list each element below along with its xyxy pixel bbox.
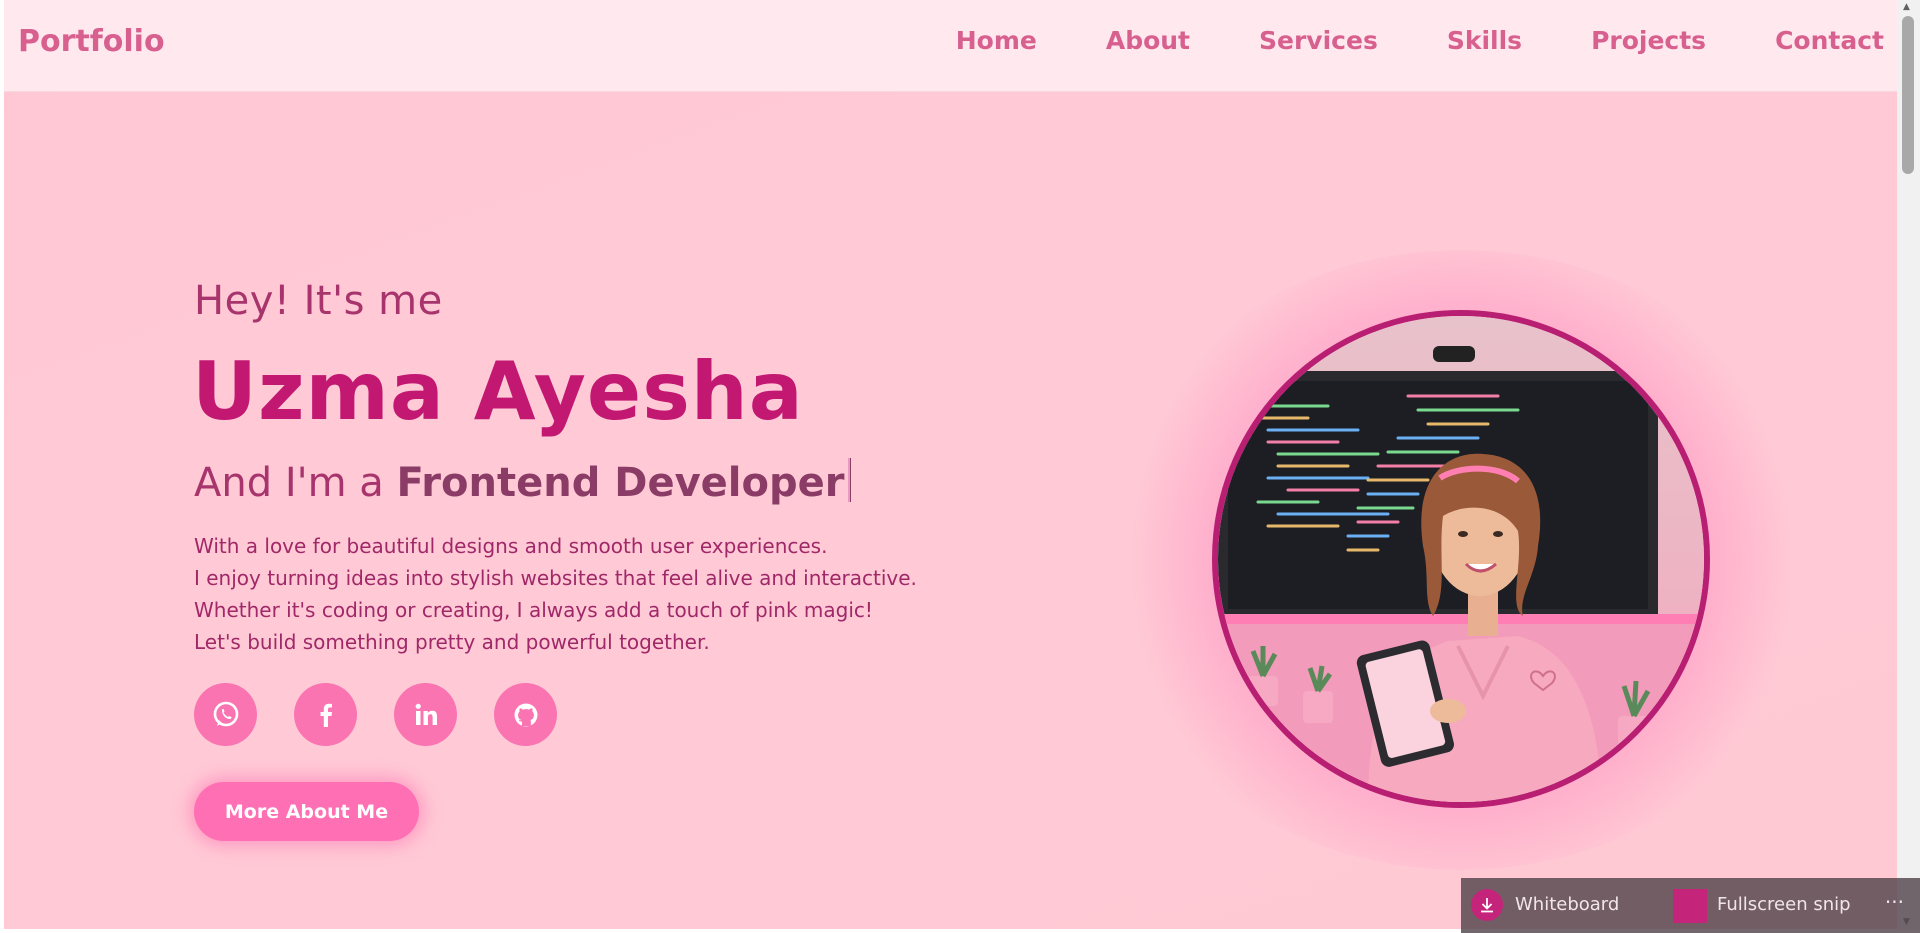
developer-portrait-illustration [1218,316,1704,802]
bio-line: Whether it's coding or creating, I alway… [194,598,873,622]
fullscreen-snip-thumbnail[interactable] [1673,889,1707,923]
whatsapp-icon [213,701,238,726]
nav-link-skills[interactable]: Skills [1447,26,1522,55]
scroll-up-arrow-icon[interactable]: ▲ [1903,2,1910,12]
github-button[interactable] [494,683,557,746]
nav-menu: Home About Services Skills Projects Cont… [956,26,1884,55]
nav-link-contact[interactable]: Contact [1775,26,1884,55]
nav-link-projects[interactable]: Projects [1591,26,1706,55]
social-links [194,683,557,746]
hero-role-line: And I'm a Frontend Developer [194,458,852,506]
more-options-icon[interactable]: ··· [1885,890,1904,914]
role-text: Frontend Developer [396,460,845,506]
bio-line: With a love for beautiful designs and sm… [194,534,828,558]
navbar: Portfolio Home About Services Skills Pro… [4,0,1897,92]
more-about-me-button[interactable]: More About Me [194,782,419,841]
page-scrollbar[interactable]: ▲ ▼ [1897,0,1920,929]
fullscreen-snip-option[interactable]: Fullscreen snip [1717,894,1851,915]
facebook-button[interactable] [294,683,357,746]
github-icon [514,703,537,726]
bio-line: Let's build something pretty and powerfu… [194,630,710,654]
role-prefix: And I'm a [194,460,397,506]
nav-link-home[interactable]: Home [956,26,1037,55]
nav-link-services[interactable]: Services [1259,26,1378,55]
hero-bio: With a love for beautiful designs and sm… [194,530,917,658]
snip-toolbar: Whiteboard Fullscreen snip ··· [1461,878,1920,933]
whatsapp-button[interactable] [194,683,257,746]
linkedin-button[interactable] [394,683,457,746]
facebook-icon [320,703,332,727]
hero-name: Uzma Ayesha [192,345,804,438]
whiteboard-option[interactable]: Whiteboard [1515,894,1619,915]
profile-portrait [1212,310,1710,808]
portfolio-page: Portfolio Home About Services Skills Pro… [4,0,1897,929]
nav-link-about[interactable]: About [1106,26,1190,55]
linkedin-icon [415,703,437,725]
bio-line: I enjoy turning ideas into stylish websi… [194,566,917,590]
download-icon[interactable] [1471,889,1503,921]
hero-greeting: Hey! It's me [194,278,443,324]
typing-caret [848,458,852,502]
download-arrow-icon [1481,898,1493,913]
site-logo[interactable]: Portfolio [18,24,165,59]
scrollbar-thumb[interactable] [1902,16,1914,174]
